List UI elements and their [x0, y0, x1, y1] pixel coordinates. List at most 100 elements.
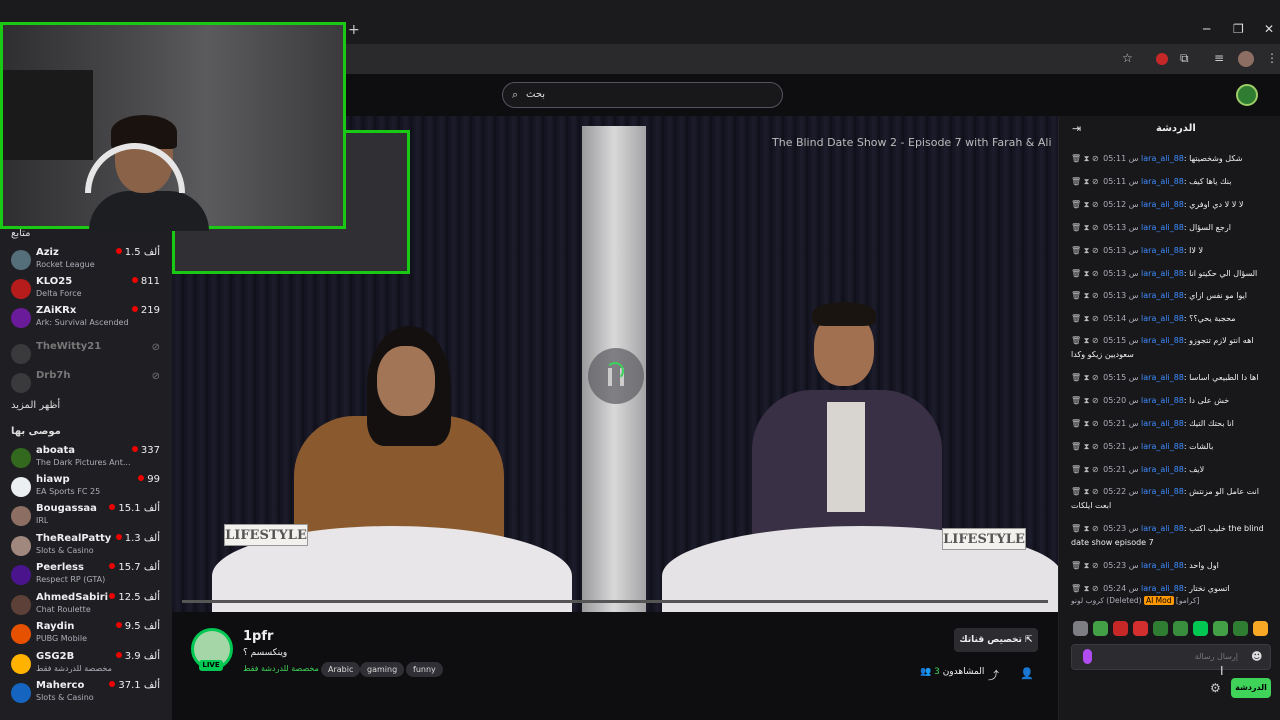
- message-username[interactable]: lara_ali_88: [1141, 561, 1184, 570]
- time-prefix: س: [1128, 524, 1139, 533]
- collapse-chat-icon[interactable]: ⇥: [1072, 122, 1081, 135]
- browser-menu-icon[interactable]: ⋮: [1266, 51, 1278, 65]
- message-username[interactable]: lara_ali_88: [1141, 487, 1184, 496]
- message-username[interactable]: lara_ali_88: [1141, 314, 1184, 323]
- show-more-link[interactable]: أظهر المزيد: [11, 400, 60, 411]
- emote[interactable]: [1253, 621, 1268, 636]
- sidebar-channel[interactable]: hiawp EA Sports FC 25 99: [8, 474, 168, 502]
- sidebar-channel[interactable]: Raydin PUBG Mobile 9.5 ألف: [8, 621, 168, 649]
- tag-arabic[interactable]: Arabic: [321, 662, 361, 677]
- sidebar-channel[interactable]: Bougassaa IRL 15.1 ألف: [8, 503, 168, 531]
- emote[interactable]: [1193, 621, 1208, 636]
- sidebar-channel[interactable]: GSG2B مخصصة للدردشة فقط 3.9 ألف: [8, 651, 168, 679]
- channel-avatar: [11, 683, 31, 703]
- mod-tools-icon[interactable]: 🗑 ⧗ ⊘: [1071, 291, 1099, 300]
- mod-tools-icon[interactable]: 🗑 ⧗ ⊘: [1071, 442, 1099, 451]
- message-text: ارجع السؤال: [1189, 223, 1231, 232]
- emote[interactable]: [1233, 621, 1248, 636]
- user-avatar[interactable]: [1236, 84, 1258, 106]
- seek-bar[interactable]: [182, 600, 1048, 603]
- sidebar-channel[interactable]: Aziz Rocket League 1.5 ألف: [8, 247, 168, 275]
- share-icon[interactable]: ⤴: [988, 667, 999, 683]
- sidebar-channel[interactable]: ZAiKRx Ark: Survival Ascended 219: [8, 305, 168, 333]
- message-username[interactable]: lara_ali_88: [1141, 336, 1184, 345]
- message-username[interactable]: lara_ali_88: [1141, 396, 1184, 405]
- emote[interactable]: [1153, 621, 1168, 636]
- sidebar-channel[interactable]: Maherco Slots & Casino 37.1 ألف: [8, 680, 168, 708]
- sidebar-channel[interactable]: TheRealPatty Slots & Casino 1.3 ألف: [8, 533, 168, 561]
- stream-category[interactable]: مخصصة للدردشة فقط: [243, 664, 319, 673]
- mod-tools-icon[interactable]: 🗑 ⧗ ⊘: [1071, 419, 1099, 428]
- mod-tools-icon[interactable]: 🗑 ⧗ ⊘: [1071, 246, 1099, 255]
- lifestyle-placard: LIFESTYLE: [224, 524, 308, 546]
- streamer-name[interactable]: 1pfr: [243, 629, 273, 644]
- mod-tools-icon[interactable]: 🗑 ⧗ ⊘: [1071, 465, 1099, 474]
- restore-icon[interactable]: ❐: [1233, 22, 1244, 36]
- mod-tools-icon[interactable]: 🗑 ⧗ ⊘: [1071, 396, 1099, 405]
- mod-tools-icon[interactable]: 🗑 ⧗ ⊘: [1071, 336, 1099, 345]
- viewer-count: 337: [131, 445, 160, 456]
- sidebar-channel-offline[interactable]: TheWitty21 ⊘: [8, 341, 168, 369]
- mod-tools-icon[interactable]: 🗑 ⧗ ⊘: [1071, 154, 1099, 163]
- loading-spinner-icon[interactable]: [588, 348, 644, 404]
- mod-tools-icon[interactable]: 🗑 ⧗ ⊘: [1071, 584, 1099, 593]
- emote[interactable]: [1173, 621, 1188, 636]
- bookmark-star-icon[interactable]: ☆: [1122, 51, 1133, 65]
- mod-tools-icon[interactable]: 🗑 ⧗ ⊘: [1071, 269, 1099, 278]
- message-username[interactable]: lara_ali_88: [1141, 177, 1184, 186]
- sidebar-channel[interactable]: KLO25 Delta Force 811: [8, 276, 168, 304]
- extension-badge-icon[interactable]: [1156, 53, 1168, 65]
- customize-channel-button[interactable]: تخصيص قناتك ⇱: [954, 628, 1038, 652]
- send-chat-button[interactable]: الدردشة: [1231, 678, 1271, 698]
- mod-tools-icon[interactable]: 🗑 ⧗ ⊘: [1071, 200, 1099, 209]
- close-window-icon[interactable]: ✕: [1264, 22, 1274, 36]
- message-username[interactable]: lara_ali_88: [1141, 291, 1184, 300]
- microphone-icon[interactable]: [1083, 649, 1092, 664]
- minimize-icon[interactable]: ─: [1203, 22, 1210, 36]
- message-username[interactable]: lara_ali_88: [1141, 246, 1184, 255]
- mod-tools-icon[interactable]: 🗑 ⧗ ⊘: [1071, 314, 1099, 323]
- message-username[interactable]: lara_ali_88: [1141, 524, 1184, 533]
- message-username[interactable]: lara_ali_88: [1141, 223, 1184, 232]
- message-username[interactable]: lara_ali_88: [1141, 269, 1184, 278]
- gear-icon[interactable]: ⚙: [1210, 681, 1221, 695]
- mod-tools-icon[interactable]: 🗑 ⧗ ⊘: [1071, 373, 1099, 382]
- sidebar-channel[interactable]: Peerless Respect RP (GTA) 15.7 ألف: [8, 562, 168, 590]
- emote[interactable]: [1113, 621, 1128, 636]
- message-username[interactable]: lara_ali_88: [1141, 200, 1184, 209]
- tag-funny[interactable]: funny: [406, 662, 443, 677]
- emote[interactable]: [1073, 621, 1088, 636]
- time-prefix: س: [1128, 487, 1139, 496]
- emoji-icon[interactable]: ☻: [1251, 650, 1262, 663]
- mod-tools-icon[interactable]: 🗑 ⧗ ⊘: [1071, 223, 1099, 232]
- channel-game: IRL: [36, 516, 49, 525]
- message-username[interactable]: lara_ali_88: [1141, 442, 1184, 451]
- sidebar-channel[interactable]: AhmedSabiri Chat Roulette 12.5 ألف: [8, 592, 168, 620]
- message-username[interactable]: lara_ali_88: [1141, 584, 1184, 593]
- viewer-count: 219: [131, 305, 160, 316]
- emote[interactable]: [1213, 621, 1228, 636]
- message-username[interactable]: lara_ali_88: [1141, 154, 1184, 163]
- new-tab-icon[interactable]: +: [348, 22, 360, 38]
- sidebar-channel[interactable]: aboata The Dark Pictures Ant... 337: [8, 445, 168, 473]
- search-input[interactable]: بحث: [526, 89, 545, 100]
- emote[interactable]: [1093, 621, 1108, 636]
- extensions-icon[interactable]: ⧉: [1180, 51, 1189, 66]
- sidebar-channel-offline[interactable]: Drb7h ⊘: [8, 370, 168, 398]
- follow-user-icon[interactable]: 👤: [1020, 667, 1034, 680]
- message-time: 05:15: [1103, 373, 1127, 382]
- mod-tools-icon[interactable]: 🗑 ⧗ ⊘: [1071, 177, 1099, 186]
- message-username[interactable]: lara_ali_88: [1141, 373, 1184, 382]
- browser-profile-avatar[interactable]: [1238, 51, 1254, 67]
- message-username[interactable]: lara_ali_88: [1141, 419, 1184, 428]
- search-box[interactable]: ⌕ بحث: [502, 82, 783, 108]
- mod-tools-icon[interactable]: 🗑 ⧗ ⊘: [1071, 561, 1099, 570]
- tag-gaming[interactable]: gaming: [360, 662, 405, 677]
- chat-input[interactable]: إرسال رسالة: [1071, 644, 1271, 670]
- mod-tools-icon[interactable]: 🗑 ⧗ ⊘: [1071, 524, 1099, 533]
- mod-tools-icon[interactable]: 🗑 ⧗ ⊘: [1071, 487, 1099, 496]
- message-username[interactable]: lara_ali_88: [1141, 465, 1184, 474]
- message-text: اها دا الطبيعي اساسا: [1189, 373, 1259, 382]
- media-icon[interactable]: ≡: [1214, 51, 1224, 65]
- emote[interactable]: [1133, 621, 1148, 636]
